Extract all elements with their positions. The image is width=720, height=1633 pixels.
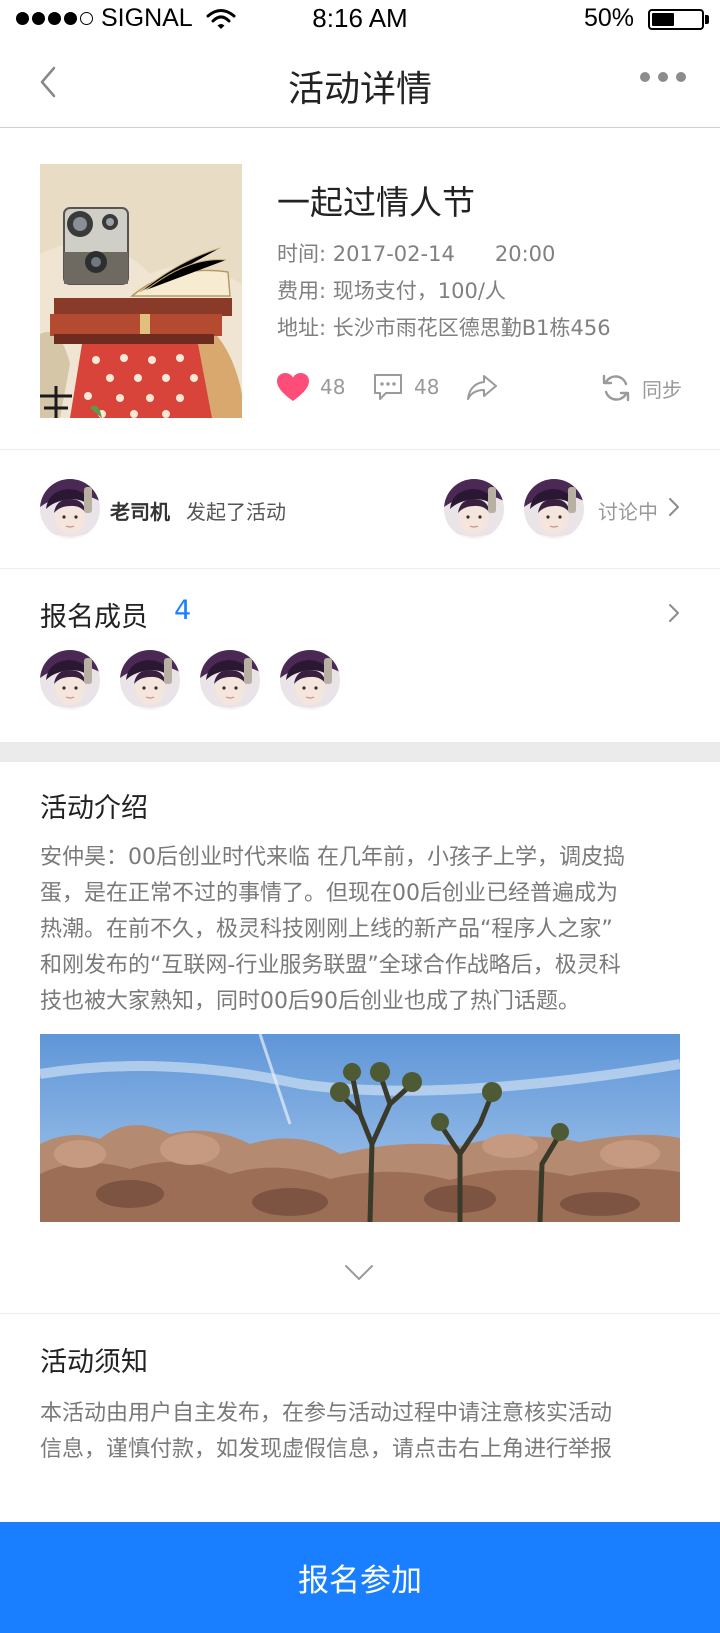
sync-button[interactable]: 同步 bbox=[600, 372, 682, 404]
notice-title: 活动须知 bbox=[40, 1347, 148, 1378]
battery-percentage: 50% bbox=[583, 4, 634, 32]
avatar[interactable] bbox=[524, 479, 584, 539]
intro-line: 蛋，是在正常不过的事情了。但现在00后创业已经普遍成为 bbox=[40, 881, 618, 906]
more-options-icon[interactable] bbox=[640, 72, 686, 82]
chevron-down-icon[interactable] bbox=[344, 1264, 374, 1282]
members-section: 报名成员 4 bbox=[0, 569, 720, 742]
chevron-right-icon[interactable] bbox=[668, 603, 680, 623]
event-actions: 48 48 同步 bbox=[276, 372, 682, 412]
comment-button[interactable]: 48 bbox=[372, 372, 439, 402]
time-value: 2017-02-14 20:00 bbox=[332, 242, 556, 266]
members-title: 报名成员 bbox=[40, 602, 148, 633]
avatar[interactable] bbox=[280, 650, 340, 710]
intro-line: 安仲昊：00后创业时代来临 在几年前，小孩子上学，调皮捣 bbox=[40, 845, 625, 870]
intro-title: 活动介绍 bbox=[40, 793, 148, 824]
avatar[interactable] bbox=[120, 650, 180, 710]
fee-value: 现场支付，100/人 bbox=[332, 279, 506, 303]
initiator-row[interactable]: 老司机 发起了活动 讨论中 bbox=[0, 450, 720, 569]
host-action: 发起了活动 bbox=[186, 500, 286, 524]
heart-icon bbox=[277, 373, 309, 401]
page-title: 活动详情 bbox=[287, 69, 432, 110]
address-label: 地址: bbox=[277, 316, 327, 340]
notice-text: 本活动由用户自主发布，在参与活动过程中请注意核实活动 信息，谨慎付款，如发现虚假… bbox=[40, 1396, 684, 1468]
notice-line: 本活动由用户自主发布，在参与活动过程中请注意核实活动 bbox=[40, 1401, 613, 1426]
intro-line: 热潮。在前不久，极灵科技刚刚上线的新产品“程序人之家” bbox=[40, 917, 613, 942]
event-time: 时间: 2017-02-14 20:00 bbox=[277, 238, 555, 268]
intro-photo[interactable] bbox=[40, 1034, 680, 1222]
intro-line: 技也被大家熟知，同时00后90后创业也成了热门话题。 bbox=[40, 989, 580, 1014]
navigation-bar: 活动详情 bbox=[0, 40, 720, 128]
battery-icon bbox=[648, 9, 704, 30]
notice-line: 信息，谨慎付款，如发现虚假信息，请点击右上角进行举报 bbox=[40, 1437, 613, 1462]
members-count: 4 bbox=[174, 595, 192, 626]
like-count: 48 bbox=[320, 375, 346, 399]
time-label: 时间: bbox=[277, 242, 327, 266]
like-button[interactable]: 48 bbox=[276, 372, 345, 402]
avatar[interactable] bbox=[200, 650, 260, 710]
divider bbox=[0, 1313, 720, 1314]
avatar[interactable] bbox=[40, 479, 100, 539]
avatar[interactable] bbox=[40, 650, 100, 710]
event-cover-image[interactable] bbox=[40, 164, 242, 418]
event-summary: 一起过情人节 时间: 2017-02-14 20:00 费用: 现场支付，100… bbox=[0, 128, 720, 450]
status-bar: SIGNAL 8:16 AM 50% bbox=[0, 0, 720, 40]
join-button[interactable]: 报名参加 bbox=[0, 1522, 720, 1633]
section-separator bbox=[0, 742, 720, 762]
host-name: 老司机 bbox=[110, 500, 170, 524]
sync-icon bbox=[602, 374, 630, 402]
fee-label: 费用: bbox=[277, 279, 327, 303]
comment-count: 48 bbox=[414, 375, 440, 399]
comment-icon bbox=[374, 374, 402, 400]
discussion-status[interactable]: 讨论中 bbox=[598, 496, 658, 525]
address-value: 长沙市雨花区德思勤B1栋456 bbox=[332, 316, 611, 340]
intro-text: 安仲昊：00后创业时代来临 在几年前，小孩子上学，调皮捣 蛋，是在正常不过的事情… bbox=[40, 840, 684, 1020]
event-address: 地址: 长沙市雨花区德思勤B1栋456 bbox=[277, 312, 611, 342]
event-title: 一起过情人节 bbox=[277, 183, 475, 222]
avatar[interactable] bbox=[444, 479, 504, 539]
share-icon bbox=[467, 375, 497, 400]
event-fee: 费用: 现场支付，100/人 bbox=[277, 275, 506, 305]
sync-label: 同步 bbox=[642, 377, 682, 402]
chevron-right-icon[interactable] bbox=[668, 497, 680, 517]
share-button[interactable] bbox=[466, 372, 498, 402]
intro-line: 和刚发布的“互联网-行业服务联盟”全球合作战略后，极灵科 bbox=[40, 953, 621, 978]
